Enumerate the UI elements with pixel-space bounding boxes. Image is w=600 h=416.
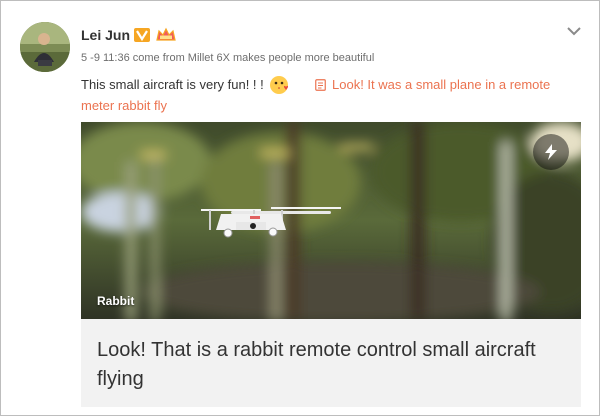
post-text: This small aircraft is very fun! ! !: [81, 77, 264, 92]
link-preview-card[interactable]: Rabbit Look! That is a rabbit remote con…: [81, 122, 581, 407]
user-name[interactable]: Lei Jun: [81, 27, 130, 43]
chevron-down-icon[interactable]: [567, 23, 581, 36]
weibo-post-card: Lei Jun 5 -9 11:36 come from Millet 6X m…: [0, 0, 600, 416]
drone-photo[interactable]: [81, 122, 581, 319]
vip-crown-icon: [156, 27, 176, 43]
user-avatar[interactable]: [20, 22, 70, 72]
post-body: This small aircraft is very fun! ! ! Loo…: [81, 74, 581, 116]
card-caption: Rabbit: [97, 294, 135, 308]
post-meta: 5 -9 11:36 come from Millet 6X makes peo…: [81, 52, 375, 64]
lightning-icon[interactable]: [533, 134, 569, 170]
card-title[interactable]: Look! That is a rabbit remote control sm…: [97, 336, 557, 394]
kiss-emoji-icon: [269, 75, 291, 95]
document-icon: [315, 76, 326, 91]
verified-v-icon: [134, 28, 150, 42]
